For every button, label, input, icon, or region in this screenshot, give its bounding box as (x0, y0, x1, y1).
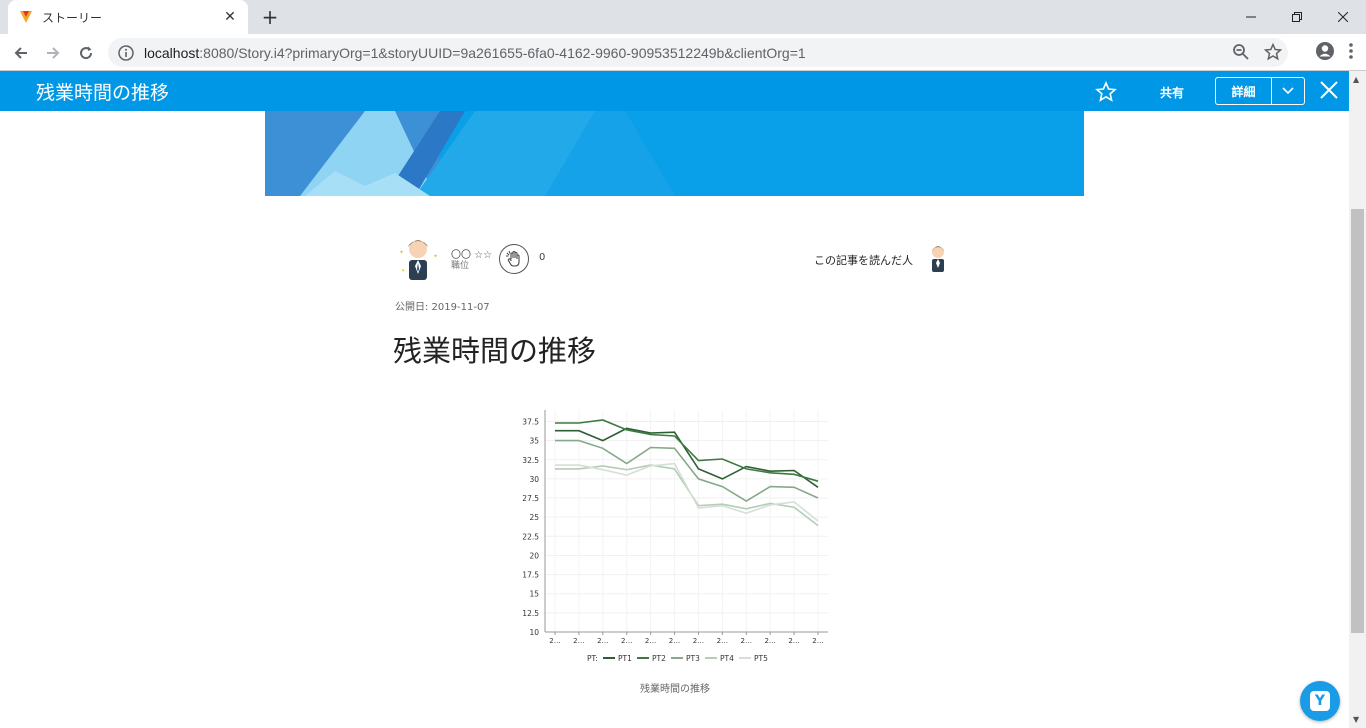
browser-toolbar: localhost:8080/Story.i4?primaryOrg=1&sto… (0, 34, 1366, 71)
x-tick-label: 2… (788, 637, 799, 645)
detail-dropdown-button[interactable] (1272, 78, 1304, 104)
x-tick-label: 2… (764, 637, 775, 645)
author-avatar[interactable]: ✦ ✦ ✦ (395, 234, 441, 282)
favorite-star-icon[interactable] (1095, 81, 1117, 103)
legend-label: PT2 (652, 654, 666, 663)
scrollbar-thumb[interactable] (1351, 209, 1364, 633)
y-tick-label: 17.5 (522, 571, 539, 580)
header-title: 残業時間の推移 (36, 82, 170, 104)
y-tick-label: 15 (529, 590, 539, 599)
scroll-down-icon[interactable]: ▼ (1353, 715, 1359, 724)
x-tick-label: 2… (693, 637, 704, 645)
x-tick-label: 2… (717, 637, 728, 645)
legend-label: PT5 (754, 654, 768, 663)
y-tick-label: 32.5 (522, 456, 539, 465)
y-tick-label: 22.5 (522, 532, 539, 541)
overtime-line-chart: 10 12.5 15 17.5 20 22.5 25 27.5 30 32.5 35 37.5 2… 2…… (515, 405, 835, 667)
browser-tabstrip: ストーリー ✕ + (0, 0, 1366, 34)
y-tick-label: 37.5 (522, 417, 539, 426)
y-tick-label: 20 (529, 551, 539, 560)
new-tab-button[interactable]: + (258, 6, 282, 30)
published-date: 公開日: 2019-11-07 (395, 302, 490, 313)
series-line-pt5 (555, 462, 819, 522)
url-text[interactable]: localhost:8080/Story.i4?primaryOrg=1&sto… (144, 45, 806, 61)
tab-title: ストーリー (42, 10, 103, 25)
svg-text:✦: ✦ (399, 249, 404, 256)
page-scrollbar[interactable]: ▲ ▼ (1349, 71, 1366, 728)
author-role: 職位 (451, 261, 470, 271)
y-tick-label: 30 (529, 475, 539, 484)
reader-avatar[interactable] (925, 242, 951, 272)
y-tick-label: 12.5 (522, 609, 539, 618)
back-arrow-icon (14, 47, 27, 59)
tab-close-icon[interactable]: ✕ (222, 9, 238, 25)
x-tick-label: 2… (549, 637, 560, 645)
reload-button[interactable] (73, 40, 99, 66)
legend-label: PT3 (686, 654, 700, 663)
series-line-pt4 (555, 464, 819, 527)
y-tick-label: 10 (529, 628, 539, 637)
x-tick-label: 2… (621, 637, 632, 645)
like-button[interactable] (499, 244, 529, 274)
app-header: 残業時間の推移 共有 詳細 (0, 71, 1349, 111)
y-tick-label: 35 (529, 437, 539, 446)
minimize-icon[interactable] (1228, 0, 1274, 34)
bookmark-star-icon[interactable] (1264, 43, 1282, 61)
hand-clap-icon (506, 250, 520, 267)
legend-label: PT4 (720, 654, 734, 663)
assistant-fab[interactable]: Y (1300, 681, 1340, 721)
x-tick-label: 2… (573, 637, 584, 645)
app-favicon-icon (20, 11, 32, 23)
forward-arrow-icon (47, 47, 60, 59)
url-path: :8080/Story.i4?primaryOrg=1&storyUUID=9a… (199, 44, 806, 61)
detail-button-group: 詳細 (1215, 77, 1305, 105)
share-button[interactable]: 共有 (1160, 84, 1184, 101)
omnibox-actions (1232, 43, 1282, 61)
hero-image (265, 111, 1084, 196)
restore-icon[interactable] (1274, 0, 1320, 34)
app-logo-icon: Y (1310, 691, 1330, 711)
svg-text:✦: ✦ (433, 253, 438, 260)
menu-kebab-icon[interactable] (1346, 40, 1356, 62)
svg-text:✦: ✦ (401, 268, 405, 274)
y-tick-label: 27.5 (522, 494, 539, 503)
browser-tab[interactable]: ストーリー ✕ (8, 0, 248, 34)
author-row: ✦ ✦ ✦ 〇〇 ☆☆ 職位 0 この記事を読んだ人 (395, 234, 955, 282)
url-host: localhost (144, 44, 200, 61)
profile-icon[interactable] (1314, 40, 1336, 62)
forward-button[interactable] (40, 40, 66, 66)
x-tick-label: 2… (812, 637, 823, 645)
scroll-up-icon[interactable]: ▲ (1353, 75, 1359, 84)
reload-icon (80, 46, 93, 60)
zoom-icon[interactable] (1232, 43, 1250, 61)
window-controls (1228, 0, 1366, 34)
legend-label: PT1 (618, 654, 632, 663)
y-tick-label: 25 (529, 513, 539, 522)
back-button[interactable] (8, 40, 34, 66)
site-info-icon[interactable] (118, 44, 134, 61)
like-count: 0 (539, 252, 546, 263)
x-tick-label: 2… (597, 637, 608, 645)
toolbar-right (1314, 40, 1356, 62)
readers-label[interactable]: この記事を読んだ人 (814, 252, 913, 268)
x-tick-label: 2… (741, 637, 752, 645)
x-tick-label: 2… (669, 637, 680, 645)
x-tick-label: 2… (645, 637, 656, 645)
chart-svg: 10 12.5 15 17.5 20 22.5 25 27.5 30 32.5 35 37.5 2… 2…… (522, 410, 828, 663)
chevron-down-icon (1282, 87, 1294, 95)
close-window-icon[interactable] (1320, 0, 1366, 34)
detail-button[interactable]: 詳細 (1216, 78, 1272, 104)
legend-title: PT: (587, 654, 598, 663)
article-title: 残業時間の推移 (393, 334, 597, 368)
address-bar[interactable]: localhost:8080/Story.i4?primaryOrg=1&sto… (108, 38, 1288, 67)
close-icon[interactable] (1318, 79, 1340, 101)
chart-caption: 残業時間の推移 (640, 684, 710, 695)
